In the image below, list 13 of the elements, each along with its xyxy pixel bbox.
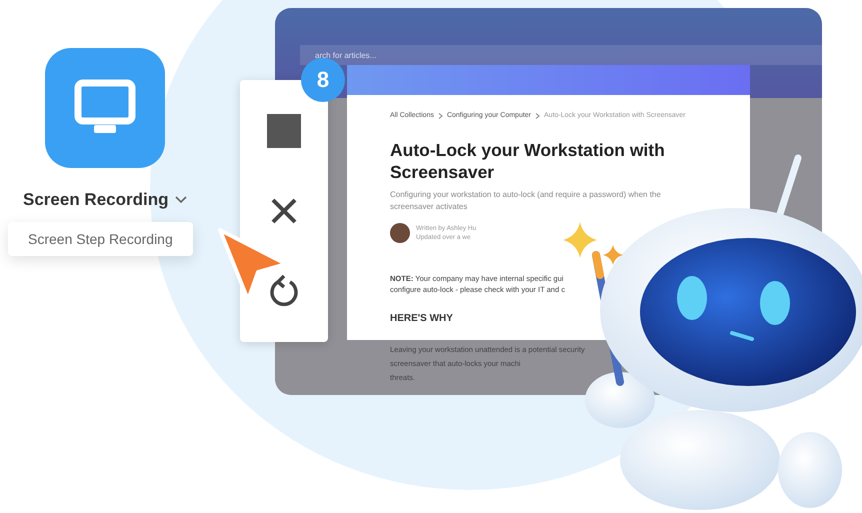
article-subtitle: Configuring your workstation to auto-lock (and require a password) when the screensaver activates: [390, 189, 662, 213]
menu-item[interactable]: Screen Step Recording: [8, 222, 193, 256]
chevron-down-icon[interactable]: [174, 196, 186, 204]
app-label[interactable]: Screen Recording: [23, 190, 168, 210]
app-icon[interactable]: [45, 48, 165, 168]
close-icon[interactable]: [270, 196, 298, 225]
chevron-right-icon: [438, 112, 443, 118]
avatar-placeholder: [390, 223, 410, 243]
search-placeholder: arch for articles...: [315, 50, 376, 60]
section-heading: HERE'S WHY: [390, 313, 454, 324]
chevron-right-icon: [535, 112, 540, 118]
article-title: Auto-Lock your Workstation with Screensaver: [390, 139, 666, 183]
refresh-icon[interactable]: [268, 274, 300, 308]
